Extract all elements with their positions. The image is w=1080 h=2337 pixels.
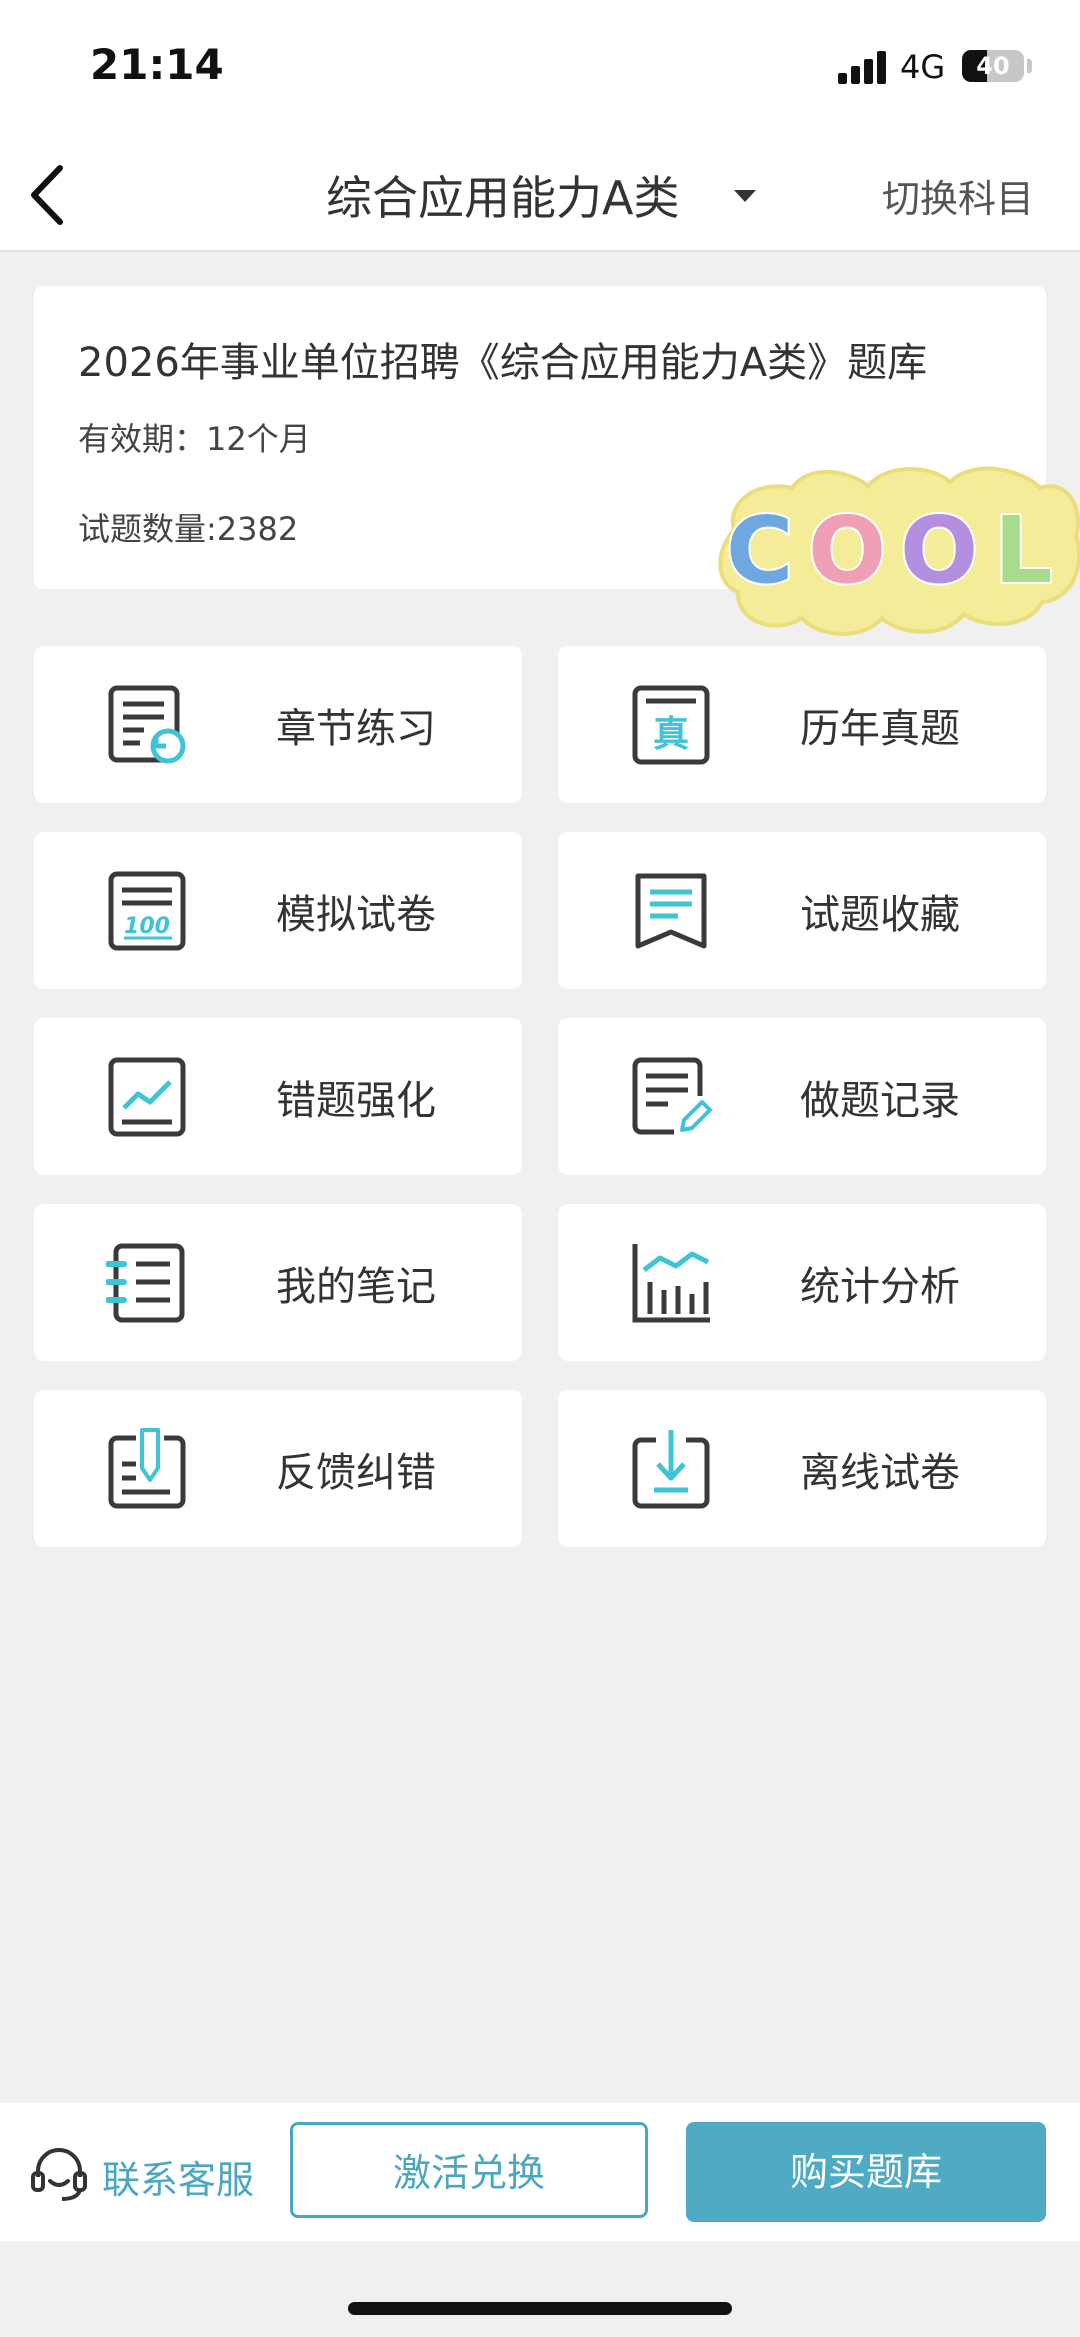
nav-bar: 综合应用能力A类 切换科目 xyxy=(0,140,1080,252)
question-bank-title: 2026年事业单位招聘《综合应用能力A类》题库 xyxy=(78,340,928,386)
menu-mock-exam[interactable]: 100 模拟试卷 xyxy=(34,832,522,989)
svg-text:100: 100 xyxy=(124,914,170,939)
bottom-action-bar: 联系客服 激活兑换 购买题库 xyxy=(0,2103,1080,2241)
status-time: 21:14 xyxy=(90,40,224,89)
menu-label: 模拟试卷 xyxy=(276,892,436,938)
activate-redeem-button[interactable]: 激活兑换 xyxy=(290,2122,648,2218)
sticker-letter: C xyxy=(726,497,794,604)
menu-past-exams[interactable]: 真 历年真题 xyxy=(558,646,1046,803)
statistics-icon xyxy=(632,1244,710,1323)
question-count: 试题数量:2382 xyxy=(78,510,299,548)
buy-question-bank-button[interactable]: 购买题库 xyxy=(686,2122,1046,2222)
menu-label: 历年真题 xyxy=(800,706,960,752)
menu-label: 错题强化 xyxy=(276,1078,436,1124)
contact-service-link[interactable]: 联系客服 xyxy=(102,2149,254,2204)
wrong-answers-icon xyxy=(108,1057,186,1137)
svg-text:真: 真 xyxy=(653,714,689,755)
menu-label: 离线试卷 xyxy=(800,1450,960,1496)
menu-feedback[interactable]: 反馈纠错 xyxy=(34,1390,522,1547)
validity-period: 有效期：12个月 xyxy=(78,420,311,458)
menu-label: 统计分析 xyxy=(800,1264,960,1310)
practice-record-icon xyxy=(632,1057,712,1135)
status-bar: 21:14 4G 40 xyxy=(0,0,1080,140)
network-type: 4G xyxy=(900,48,946,86)
favorites-icon xyxy=(635,873,707,949)
menu-favorites[interactable]: 试题收藏 xyxy=(558,832,1046,989)
menu-label: 做题记录 xyxy=(800,1078,960,1124)
home-indicator[interactable] xyxy=(348,2302,732,2315)
battery-icon: 40 xyxy=(962,50,1024,82)
mock-exam-icon: 100 xyxy=(108,871,186,951)
headset-icon[interactable] xyxy=(30,2145,88,2203)
menu-practice-record[interactable]: 做题记录 xyxy=(558,1018,1046,1175)
subject-title[interactable]: 综合应用能力A类 xyxy=(326,162,679,228)
sticker-letter: O xyxy=(808,497,886,604)
notes-icon xyxy=(106,1243,185,1323)
menu-chapter-practice[interactable]: 章节练习 xyxy=(34,646,522,803)
chapter-practice-icon xyxy=(108,685,186,764)
battery-level: 40 xyxy=(976,52,1010,80)
menu-notes[interactable]: 我的笔记 xyxy=(34,1204,522,1361)
menu-label: 反馈纠错 xyxy=(276,1450,436,1496)
menu-label: 试题收藏 xyxy=(800,892,960,938)
offline-download-icon xyxy=(632,1430,710,1509)
past-exams-icon: 真 xyxy=(632,685,710,765)
sticker-letter: L xyxy=(994,497,1053,604)
menu-offline-exam[interactable]: 离线试卷 xyxy=(558,1390,1046,1547)
menu-wrong-answers[interactable]: 错题强化 xyxy=(34,1018,522,1175)
cool-sticker: C O O L xyxy=(718,466,1080,636)
switch-subject-button[interactable]: 切换科目 xyxy=(882,168,1034,223)
back-arrow-icon[interactable] xyxy=(22,158,82,232)
dropdown-caret-icon[interactable] xyxy=(734,190,756,202)
menu-statistics[interactable]: 统计分析 xyxy=(558,1204,1046,1361)
menu-label: 章节练习 xyxy=(276,706,436,752)
feedback-icon xyxy=(108,1428,186,1509)
sticker-letter: O xyxy=(900,497,978,604)
battery-tip xyxy=(1027,59,1032,73)
menu-label: 我的笔记 xyxy=(276,1264,436,1310)
signal-icon xyxy=(838,50,890,84)
